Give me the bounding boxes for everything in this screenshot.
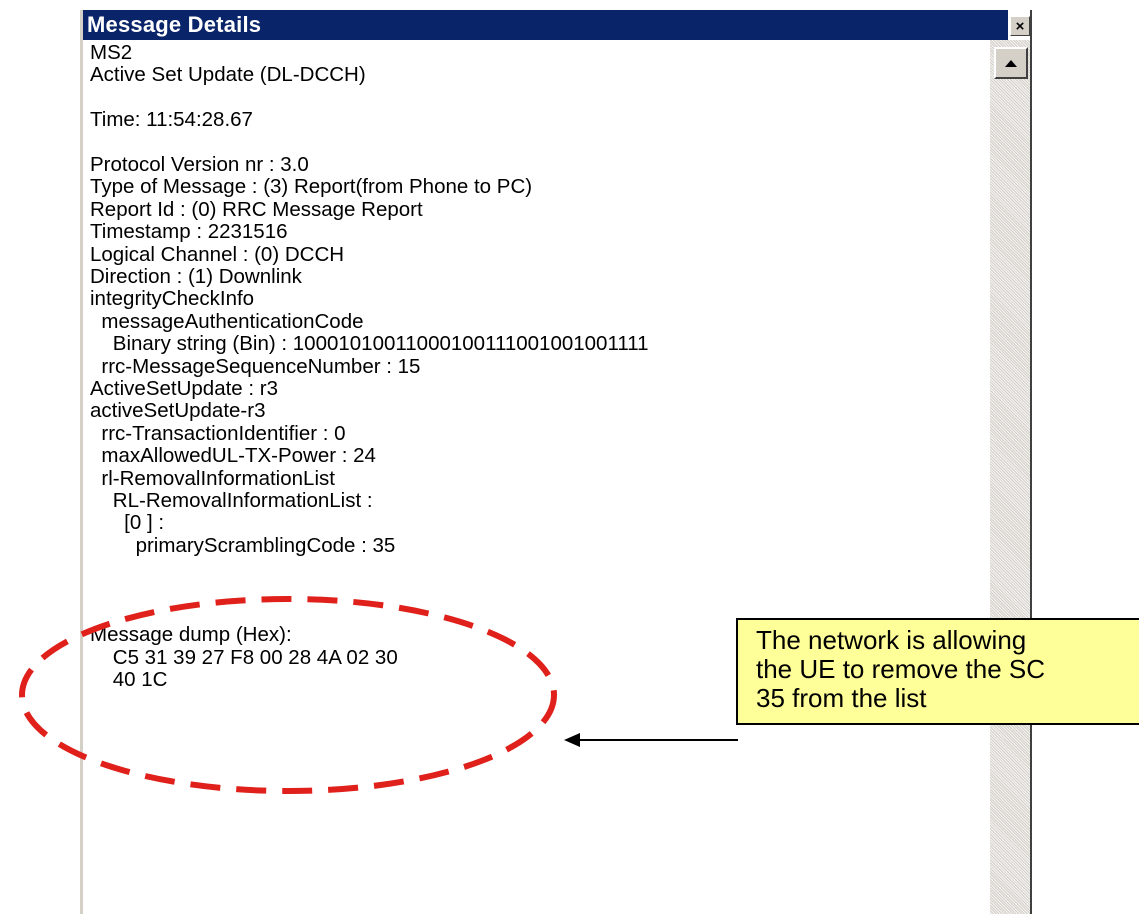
detail-line: rl-RemovalInformationList <box>90 466 335 490</box>
callout-box: The network is allowing the UE to remove… <box>736 618 1139 725</box>
detail-line: Logical Channel : (0) DCCH <box>90 242 345 266</box>
scroll-up-arrow-icon <box>1005 59 1017 67</box>
detail-line: integrityCheckInfo <box>90 287 255 311</box>
detail-line: activeSetUpdate-r3 <box>90 399 266 423</box>
window-title: Message Details <box>87 12 262 37</box>
callout-arrow <box>564 733 738 747</box>
detail-line: MS2 <box>90 41 133 64</box>
detail-line: rrc-TransactionIdentifier : 0 <box>90 421 346 445</box>
detail-line: Protocol Version nr : 3.0 <box>90 153 309 176</box>
detail-line: Active Set Update (DL-DCCH) <box>90 63 366 87</box>
detail-line: Timestamp : 2231516 <box>90 220 288 244</box>
callout-line: 35 from the list <box>756 683 927 713</box>
callout-line: The network is allowing <box>756 625 1027 655</box>
detail-line: maxAllowedUL-TX-Power : 24 <box>90 444 376 468</box>
detail-line: [0 ] : <box>90 511 165 535</box>
detail-line: Binary string (Bin) : 100010100110001001… <box>90 332 649 356</box>
detail-line: RL-RemovalInformationList : <box>90 489 373 512</box>
detail-line: primaryScramblingCode : 35 <box>90 533 396 557</box>
detail-line: messageAuthenticationCode <box>90 309 364 333</box>
detail-line: Direction : (1) Downlink <box>90 265 302 288</box>
detail-line: Type of Message : (3) Report(from Phone … <box>90 175 533 199</box>
highlight-ellipse <box>19 596 557 794</box>
title-bar[interactable]: Message Details <box>83 10 1008 40</box>
scroll-up-button[interactable] <box>994 47 1028 79</box>
detail-line: rrc-MessageSequenceNumber : 15 <box>90 354 421 378</box>
close-button[interactable]: × <box>1010 16 1030 36</box>
close-icon: × <box>1015 17 1025 35</box>
detail-line: ActiveSetUpdate : r3 <box>90 377 279 400</box>
vertical-scrollbar[interactable] <box>990 40 1030 914</box>
detail-line: Report Id : (0) RRC Message Report <box>90 197 423 221</box>
callout-line: the UE to remove the SC <box>756 654 1046 684</box>
detail-line: Time: 11:54:28.67 <box>90 108 253 132</box>
